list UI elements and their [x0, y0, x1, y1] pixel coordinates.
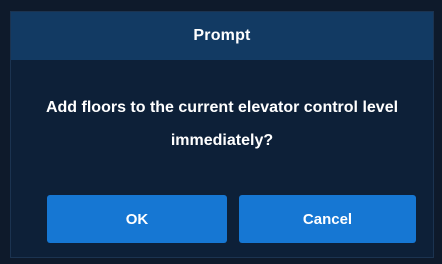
dialog-title-bar: Prompt [11, 12, 433, 60]
dialog-button-row: OK Cancel [47, 195, 416, 243]
prompt-dialog: Prompt Add floors to the current elevato… [10, 11, 434, 258]
dialog-title: Prompt [193, 27, 251, 44]
ok-button[interactable]: OK [47, 195, 227, 243]
dialog-message: Add floors to the current elevator contr… [45, 99, 399, 149]
cancel-button[interactable]: Cancel [239, 195, 416, 243]
